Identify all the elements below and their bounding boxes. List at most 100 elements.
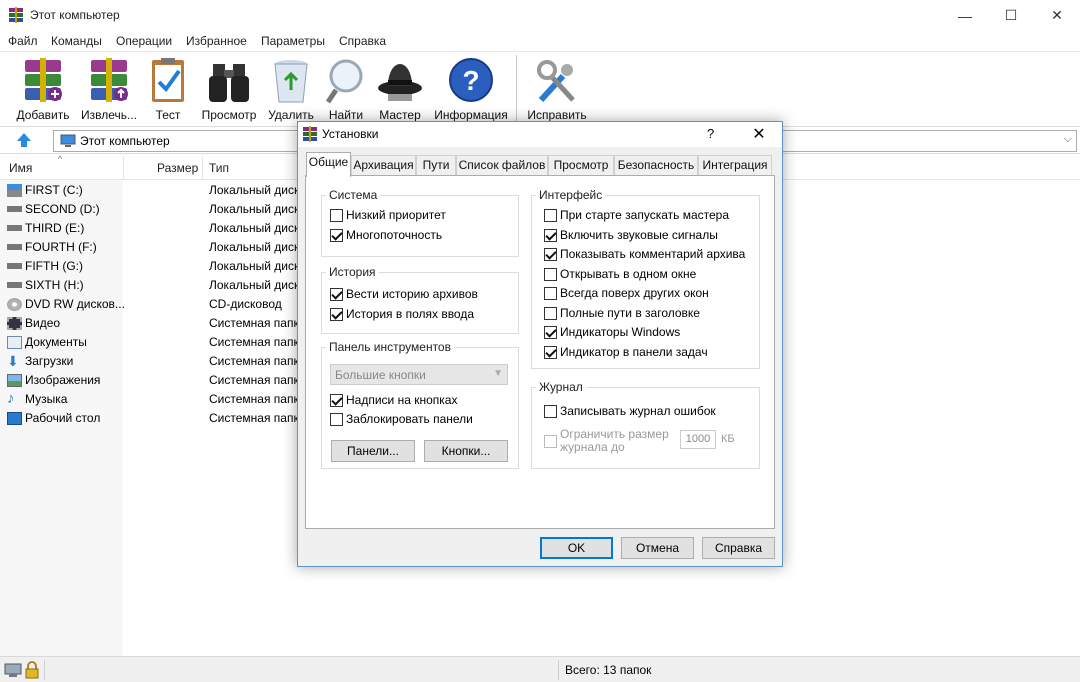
info-button[interactable]: ? Информация bbox=[432, 52, 510, 124]
file-type: Локальный диск bbox=[209, 278, 299, 292]
tab-general[interactable]: Общие bbox=[306, 152, 351, 177]
checkbox-error-log[interactable]: Записывать журнал ошибок bbox=[544, 404, 716, 418]
table-row[interactable]: Документы Системная папка bbox=[0, 333, 300, 352]
checkbox-windows-indicators[interactable]: Индикаторы Windows bbox=[544, 325, 680, 339]
cancel-button[interactable]: Отмена bbox=[621, 537, 694, 559]
file-name: FOURTH (F:) bbox=[25, 240, 97, 254]
checkbox-box[interactable] bbox=[330, 393, 343, 407]
ok-button[interactable]: OK bbox=[540, 537, 613, 559]
table-row[interactable]: SIXTH (H:) Локальный диск bbox=[0, 276, 300, 295]
file-name: FIRST (C:) bbox=[25, 183, 83, 197]
checkbox-start-wizard[interactable]: При старте запускать мастера bbox=[544, 208, 729, 222]
checkbox-show-comment[interactable]: Показывать комментарий архива bbox=[544, 247, 745, 261]
help-icon[interactable]: ? bbox=[707, 126, 714, 141]
checkbox-low-priority[interactable]: Низкий приоритет bbox=[330, 208, 446, 222]
table-row[interactable]: SECOND (D:) Локальный диск bbox=[0, 200, 300, 219]
extract-button[interactable]: Извлечь... bbox=[78, 52, 140, 124]
file-name: DVD RW дисков... bbox=[25, 297, 125, 311]
checkbox-box[interactable] bbox=[544, 325, 557, 339]
menu-help[interactable]: Справка bbox=[339, 34, 386, 48]
checkbox-box[interactable] bbox=[544, 286, 557, 300]
menu-favorites[interactable]: Избранное bbox=[186, 34, 247, 48]
extract-label: Извлечь... bbox=[80, 108, 137, 122]
table-row[interactable]: DVD RW дисков... CD-дисковод bbox=[0, 295, 300, 314]
column-type[interactable]: Тип bbox=[209, 161, 229, 175]
close-button[interactable]: ✕ bbox=[1034, 0, 1080, 31]
checkbox-lock-panels[interactable]: Заблокировать панели bbox=[330, 412, 473, 426]
column-divider[interactable] bbox=[202, 156, 203, 180]
menu-options[interactable]: Параметры bbox=[261, 34, 325, 48]
checkbox-taskbar-indicator[interactable]: Индикатор в панели задач bbox=[544, 345, 708, 359]
column-size[interactable]: Размер bbox=[157, 161, 198, 175]
tab-view[interactable]: Просмотр bbox=[548, 155, 614, 176]
view-button[interactable]: Просмотр bbox=[198, 52, 260, 124]
buttons-button[interactable]: Кнопки... bbox=[424, 440, 508, 462]
find-button[interactable]: Найти bbox=[322, 52, 370, 124]
checkbox-label: При старте запускать мастера bbox=[560, 208, 730, 222]
table-row[interactable]: FIRST (C:) Локальный диск bbox=[0, 181, 300, 200]
up-button[interactable] bbox=[8, 129, 40, 151]
checkbox-box[interactable] bbox=[544, 267, 557, 281]
checkbox-button-labels[interactable]: Надписи на кнопках bbox=[330, 393, 457, 407]
add-button[interactable]: Добавить bbox=[12, 52, 74, 124]
checkbox-box[interactable] bbox=[330, 208, 343, 222]
tab-archiving[interactable]: Архивация bbox=[351, 155, 416, 176]
binoculars-icon bbox=[209, 64, 249, 102]
table-row[interactable]: FIFTH (G:) Локальный диск bbox=[0, 257, 300, 276]
checkbox-box[interactable] bbox=[544, 208, 557, 222]
checkbox-always-on-top[interactable]: Всегда поверх других окон bbox=[544, 286, 709, 300]
minimize-button[interactable]: — bbox=[942, 0, 988, 31]
lock-icon[interactable] bbox=[24, 661, 40, 679]
checkbox-sound[interactable]: Включить звуковые сигналы bbox=[544, 228, 718, 242]
file-name: SECOND (D:) bbox=[25, 202, 100, 216]
tab-paths[interactable]: Пути bbox=[416, 155, 456, 176]
checkbox-multithreading[interactable]: Многопоточность bbox=[330, 228, 442, 242]
checkbox-box[interactable] bbox=[330, 412, 343, 426]
table-row[interactable]: ♪ Музыка Системная папка bbox=[0, 390, 300, 409]
table-row[interactable]: FOURTH (F:) Локальный диск bbox=[0, 238, 300, 257]
checkbox-archive-history[interactable]: Вести историю архивов bbox=[330, 287, 478, 301]
checkbox-single-window[interactable]: Открывать в одном окне bbox=[544, 267, 696, 281]
tab-security[interactable]: Безопасность bbox=[614, 155, 698, 176]
checkbox-box[interactable] bbox=[544, 247, 557, 261]
checkbox-box[interactable] bbox=[330, 307, 343, 321]
repair-button[interactable]: Исправить bbox=[524, 52, 590, 124]
dialog-close-button[interactable]: ✕ bbox=[746, 123, 772, 145]
test-button[interactable]: Тест bbox=[144, 52, 192, 124]
music-folder-icon: ♪ bbox=[7, 390, 15, 407]
table-row[interactable]: ⬇ Загрузки Системная папка bbox=[0, 352, 300, 371]
file-name: Музыка bbox=[25, 392, 68, 406]
chevron-down-icon[interactable]: ⌵ bbox=[1064, 133, 1072, 146]
checkbox-box[interactable] bbox=[544, 404, 557, 418]
column-divider[interactable] bbox=[123, 156, 124, 180]
table-row[interactable]: Рабочий стол Системная папка bbox=[0, 409, 300, 428]
limit-label-line1: Ограничить размер bbox=[560, 427, 669, 441]
panels-button[interactable]: Панели... bbox=[331, 440, 415, 462]
menu-commands[interactable]: Команды bbox=[51, 34, 102, 48]
delete-button[interactable]: Удалить bbox=[266, 52, 316, 124]
checkbox-box[interactable] bbox=[544, 228, 557, 242]
checkbox-box[interactable] bbox=[544, 306, 557, 320]
checkbox-full-paths[interactable]: Полные пути в заголовке bbox=[544, 306, 700, 320]
close-icon: ✕ bbox=[752, 126, 766, 143]
tab-file-list[interactable]: Список файлов bbox=[456, 155, 548, 176]
table-row[interactable]: Видео Системная папка bbox=[0, 314, 300, 333]
drive-status-icon[interactable] bbox=[4, 662, 22, 678]
table-row[interactable]: Изображения Системная папка bbox=[0, 371, 300, 390]
tab-integration[interactable]: Интеграция bbox=[698, 155, 772, 176]
menu-operations[interactable]: Операции bbox=[116, 34, 172, 48]
checkbox-label: История в полях ввода bbox=[346, 307, 475, 321]
file-type: Локальный диск bbox=[209, 202, 299, 216]
group-interface: Интерфейс При старте запускать мастера В… bbox=[531, 188, 760, 369]
menu-file[interactable]: Файл bbox=[8, 34, 38, 48]
checkbox-box[interactable] bbox=[330, 287, 343, 301]
wizard-button[interactable]: Мастер bbox=[376, 52, 424, 124]
help-button[interactable]: Справка bbox=[702, 537, 775, 559]
checkbox-input-history[interactable]: История в полях ввода bbox=[330, 307, 474, 321]
maximize-button[interactable]: ☐ bbox=[988, 0, 1034, 31]
select-value: Большие кнопки bbox=[335, 368, 426, 382]
checkbox-box[interactable] bbox=[330, 228, 343, 242]
table-row[interactable]: THIRD (E:) Локальный диск bbox=[0, 219, 300, 238]
checkbox-box[interactable] bbox=[544, 345, 557, 359]
column-name[interactable]: Имя bbox=[9, 161, 32, 175]
